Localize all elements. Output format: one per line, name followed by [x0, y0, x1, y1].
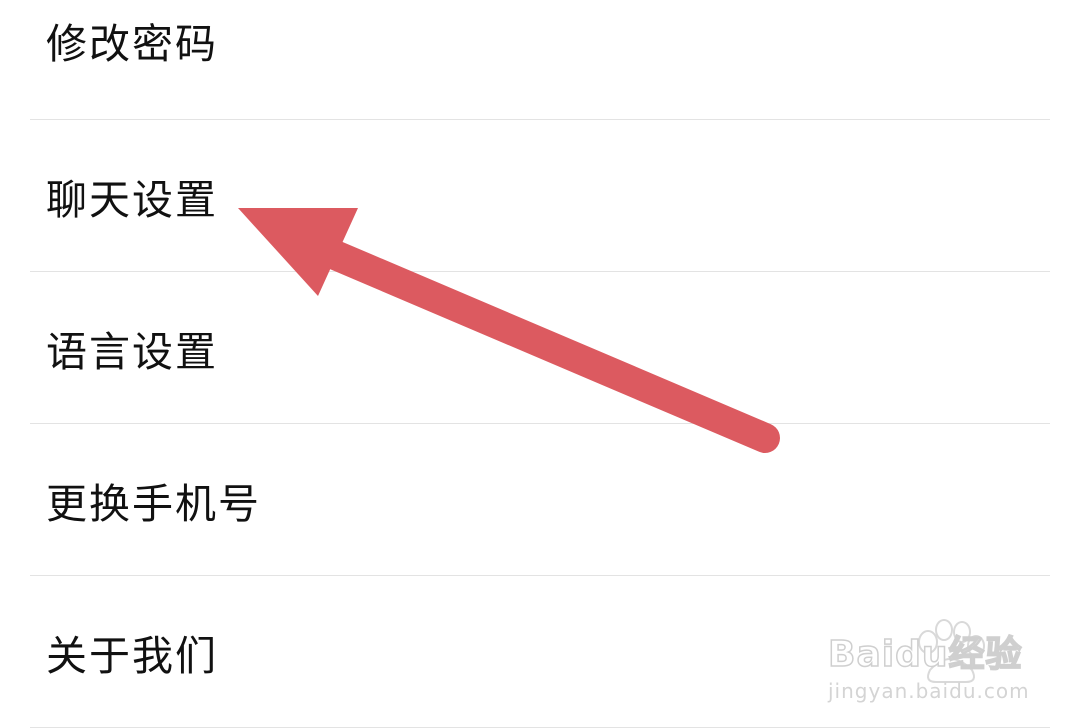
menu-item-about-us[interactable]: 关于我们	[0, 576, 1080, 728]
menu-item-label: 聊天设置	[46, 176, 218, 224]
menu-item-label: 更换手机号	[46, 480, 261, 528]
settings-menu-list: 修改密码 聊天设置 语言设置 更换手机号 关于我们	[0, 0, 1080, 728]
menu-item-label: 修改密码	[46, 20, 218, 68]
menu-item-label: 语言设置	[46, 328, 218, 376]
menu-item-language-settings[interactable]: 语言设置	[0, 272, 1080, 424]
menu-item-change-phone[interactable]: 更换手机号	[0, 424, 1080, 576]
menu-item-label: 关于我们	[46, 632, 218, 680]
menu-item-change-password[interactable]: 修改密码	[0, 0, 1080, 120]
menu-item-chat-settings[interactable]: 聊天设置	[0, 120, 1080, 272]
